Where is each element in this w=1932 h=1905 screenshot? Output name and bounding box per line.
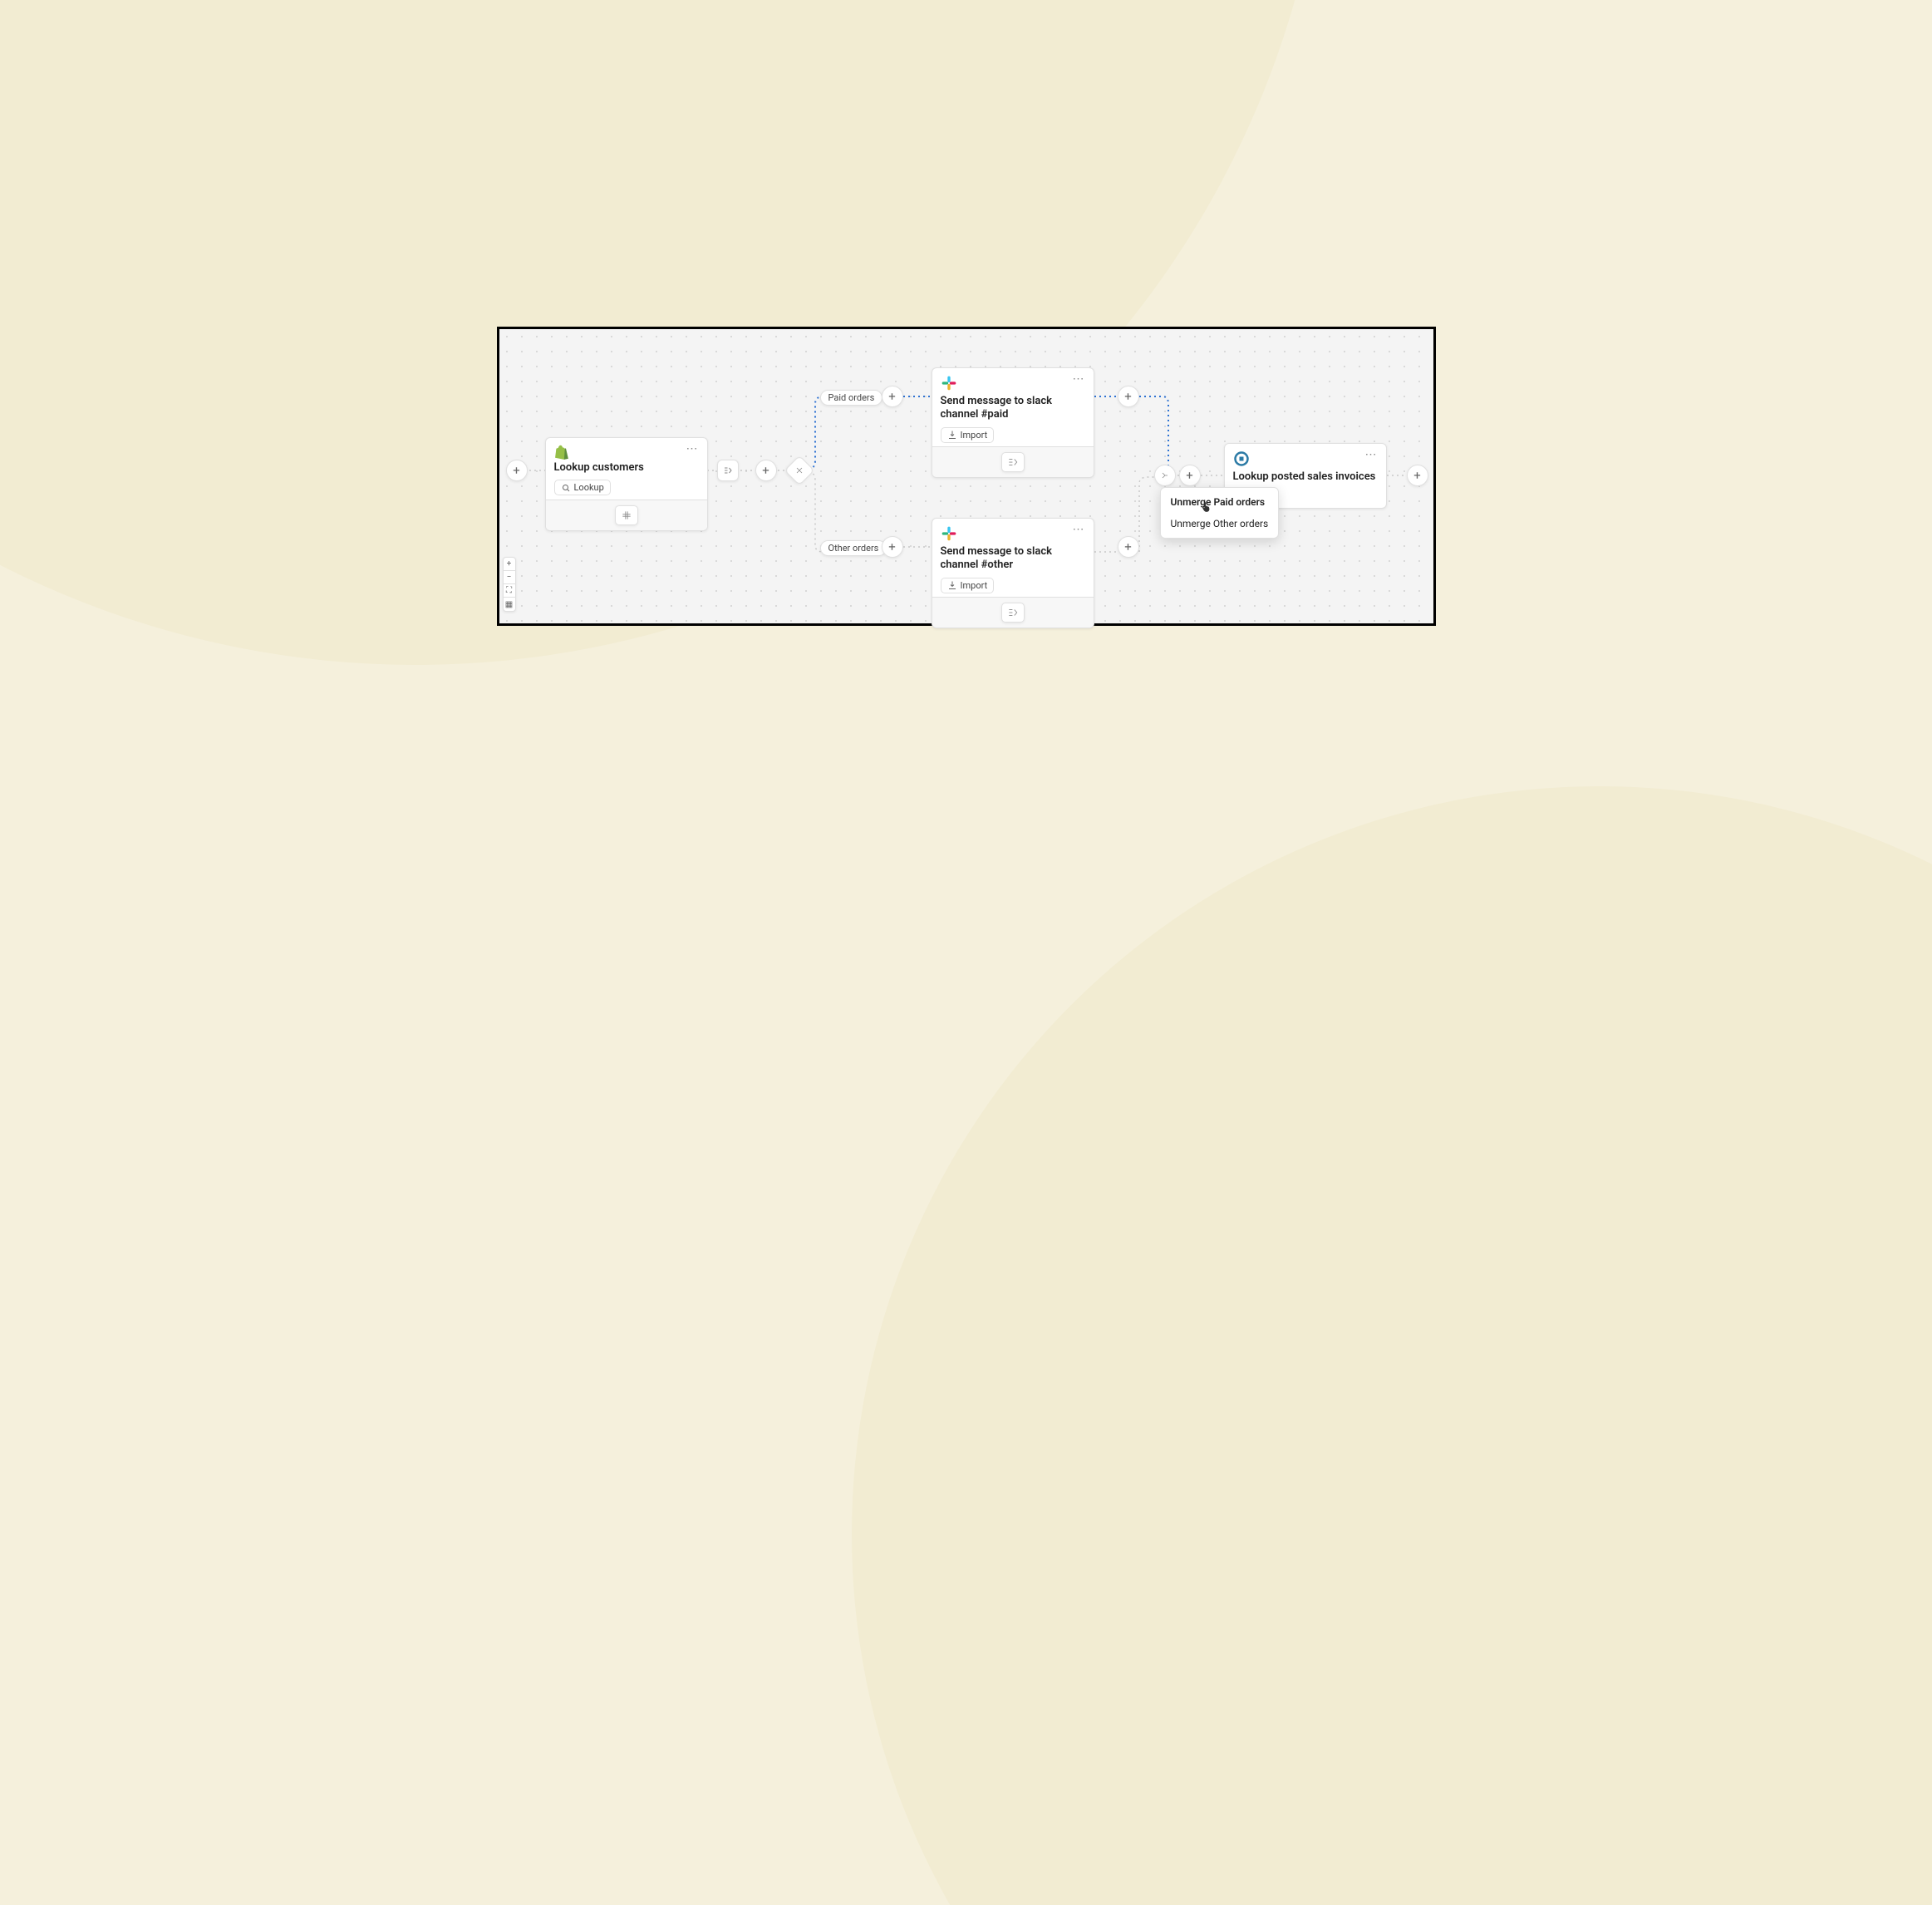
business-central-icon <box>1233 450 1250 467</box>
merge-node[interactable] <box>1154 465 1176 486</box>
node-mapping-button[interactable] <box>1001 603 1025 623</box>
node-menu-icon[interactable]: ⋯ <box>1073 375 1085 383</box>
cursor-icon <box>1201 501 1212 513</box>
node-title: Lookup posted sales invoices <box>1233 470 1378 484</box>
mapping-button[interactable] <box>717 460 739 481</box>
context-menu-item[interactable]: Unmerge Other orders <box>1161 513 1279 534</box>
node-lookup-customers[interactable]: ⋯ Lookup customers Lookup <box>545 437 708 531</box>
add-step-button[interactable] <box>882 536 903 558</box>
node-expand-button[interactable] <box>615 505 638 525</box>
node-title: Send message to slack channel #paid <box>941 395 1085 422</box>
branch-label-other[interactable]: Other orders <box>820 540 887 556</box>
branch-label-paid[interactable]: Paid orders <box>820 390 883 406</box>
node-slack-paid[interactable]: ⋯ Send message to slack channel #paid Im… <box>932 367 1094 478</box>
node-badge: Lookup <box>554 480 611 495</box>
node-menu-icon[interactable]: ⋯ <box>1365 450 1378 459</box>
node-title: Lookup customers <box>554 461 699 475</box>
zoom-controls[interactable]: + − ⛶ ▦ <box>503 557 516 612</box>
import-icon <box>947 430 957 440</box>
zoom-fit-button[interactable]: ⛶ <box>504 584 515 598</box>
import-icon <box>947 580 957 590</box>
add-step-button[interactable] <box>1407 465 1428 486</box>
workflow-canvas[interactable]: ⋯ Lookup customers Lookup Pai <box>497 327 1436 626</box>
node-menu-icon[interactable]: ⋯ <box>686 445 699 453</box>
node-menu-icon[interactable]: ⋯ <box>1073 525 1085 534</box>
merge-context-menu[interactable]: Unmerge Paid orders Unmerge Other orders <box>1160 487 1280 539</box>
add-step-button[interactable] <box>755 460 777 481</box>
add-step-button[interactable] <box>882 386 903 407</box>
zoom-out-button[interactable]: − <box>504 571 515 584</box>
node-slack-other[interactable]: ⋯ Send message to slack channel #other I… <box>932 518 1094 628</box>
node-title: Send message to slack channel #other <box>941 545 1085 573</box>
node-badge: Import <box>941 578 995 593</box>
add-step-button[interactable] <box>1179 465 1201 486</box>
shopify-icon <box>554 445 569 461</box>
add-step-button[interactable] <box>1118 386 1139 407</box>
node-badge: Import <box>941 427 995 443</box>
minimap-button[interactable]: ▦ <box>504 598 515 611</box>
slack-icon <box>941 375 957 391</box>
lookup-icon <box>561 483 571 493</box>
add-step-button[interactable] <box>1118 536 1139 558</box>
context-menu-item[interactable]: Unmerge Paid orders <box>1161 491 1279 513</box>
add-step-button[interactable] <box>506 460 528 481</box>
node-mapping-button[interactable] <box>1001 452 1025 472</box>
slack-icon <box>941 525 957 542</box>
zoom-in-button[interactable]: + <box>504 558 515 571</box>
